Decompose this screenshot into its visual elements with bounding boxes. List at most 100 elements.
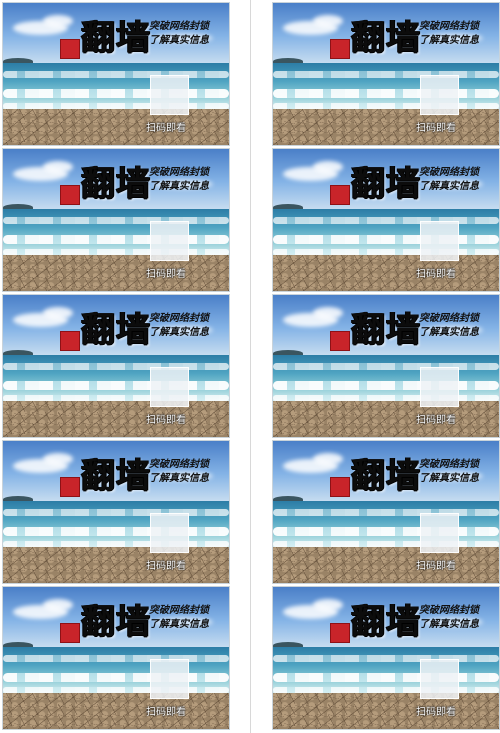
qr-code-placeholder[interactable]	[420, 659, 459, 699]
flyer-title: 翻墙	[351, 18, 421, 58]
scan-label: 扫码即看	[416, 415, 456, 426]
wave-foam	[3, 217, 229, 224]
scan-label: 扫码即看	[416, 561, 456, 572]
flyer-card: 翻墙 突破网络封锁 了解真实信息 扫码即看	[2, 294, 230, 438]
cracked-earth	[273, 401, 499, 437]
flyer-card: 翻墙 突破网络封锁 了解真实信息 扫码即看	[2, 148, 230, 292]
tagline-line-1: 突破网络封锁	[419, 459, 479, 470]
tagline-line-2: 了解真实信息	[149, 619, 209, 630]
qr-code-placeholder[interactable]	[150, 75, 189, 115]
tagline-line-1: 突破网络封锁	[149, 21, 209, 32]
flyer-title: 翻墙	[351, 456, 421, 496]
cloud	[43, 453, 73, 465]
qr-code-placeholder[interactable]	[150, 367, 189, 407]
red-seal-stamp	[60, 39, 80, 59]
flyer-card: 翻墙 突破网络封锁 了解真实信息 扫码即看	[272, 586, 500, 730]
wave-foam	[3, 527, 229, 536]
flyer-sheet: 翻墙 突破网络封锁 了解真实信息 扫码即看 翻墙 突破网络封锁 了解真实信息 扫…	[0, 0, 500, 733]
flyer-card: 翻墙 突破网络封锁 了解真实信息 扫码即看	[272, 148, 500, 292]
cracked-earth	[273, 109, 499, 145]
tagline-line-1: 突破网络封锁	[419, 167, 479, 178]
flyer-title: 翻墙	[81, 602, 151, 642]
qr-code-placeholder[interactable]	[420, 221, 459, 261]
wave-foam	[273, 509, 499, 516]
flyer-column-right: 翻墙 突破网络封锁 了解真实信息 扫码即看 翻墙 突破网络封锁 了解真实信息 扫…	[272, 2, 500, 732]
red-seal-stamp	[330, 623, 350, 643]
flyer-card: 翻墙 突破网络封锁 了解真实信息 扫码即看	[272, 440, 500, 584]
wave-foam	[273, 235, 499, 244]
wave-foam	[3, 655, 229, 662]
cracked-earth	[3, 255, 229, 291]
flyer-title: 翻墙	[81, 164, 151, 204]
qr-code-placeholder[interactable]	[150, 221, 189, 261]
wave-foam	[3, 89, 229, 98]
tagline-line-2: 了解真实信息	[149, 181, 209, 192]
flyer-title: 翻墙	[81, 310, 151, 350]
scan-label: 扫码即看	[146, 269, 186, 280]
cloud	[313, 161, 343, 173]
qr-code-placeholder[interactable]	[150, 513, 189, 553]
scan-label: 扫码即看	[416, 123, 456, 134]
tagline-line-2: 了解真实信息	[149, 327, 209, 338]
cloud	[313, 15, 343, 27]
red-seal-stamp	[330, 477, 350, 497]
wave-foam	[3, 509, 229, 516]
qr-code-placeholder[interactable]	[420, 513, 459, 553]
red-seal-stamp	[330, 39, 350, 59]
flyer-title: 翻墙	[81, 18, 151, 58]
wave-foam	[273, 655, 499, 662]
tagline-line-1: 突破网络封锁	[419, 21, 479, 32]
flyer-title: 翻墙	[351, 164, 421, 204]
wave-foam	[273, 217, 499, 224]
cloud	[43, 599, 73, 611]
flyer-title: 翻墙	[351, 602, 421, 642]
cloud	[43, 307, 73, 319]
column-divider	[250, 0, 251, 733]
flyer-card: 翻墙 突破网络封锁 了解真实信息 扫码即看	[2, 586, 230, 730]
scan-label: 扫码即看	[146, 123, 186, 134]
qr-code-placeholder[interactable]	[150, 659, 189, 699]
flyer-card: 翻墙 突破网络封锁 了解真实信息 扫码即看	[2, 440, 230, 584]
wave-foam	[273, 89, 499, 98]
flyer-title: 翻墙	[351, 310, 421, 350]
flyer-title: 翻墙	[81, 456, 151, 496]
tagline-line-2: 了解真实信息	[419, 473, 479, 484]
tagline-line-1: 突破网络封锁	[419, 605, 479, 616]
qr-code-placeholder[interactable]	[420, 367, 459, 407]
cracked-earth	[3, 109, 229, 145]
wave-foam	[3, 235, 229, 244]
scan-label: 扫码即看	[416, 269, 456, 280]
wave-foam	[3, 71, 229, 78]
wave-foam	[3, 673, 229, 682]
flyer-card: 翻墙 突破网络封锁 了解真实信息 扫码即看	[272, 2, 500, 146]
scan-label: 扫码即看	[146, 707, 186, 718]
red-seal-stamp	[60, 477, 80, 497]
red-seal-stamp	[60, 623, 80, 643]
flyer-card: 翻墙 突破网络封锁 了解真实信息 扫码即看	[272, 294, 500, 438]
wave-foam	[3, 381, 229, 390]
cracked-earth	[3, 547, 229, 583]
tagline-line-2: 了解真实信息	[149, 35, 209, 46]
cloud	[313, 599, 343, 611]
tagline-line-1: 突破网络封锁	[149, 459, 209, 470]
red-seal-stamp	[60, 331, 80, 351]
red-seal-stamp	[330, 185, 350, 205]
cracked-earth	[273, 693, 499, 729]
cloud	[43, 161, 73, 173]
scan-label: 扫码即看	[146, 415, 186, 426]
wave-foam	[273, 363, 499, 370]
cracked-earth	[3, 401, 229, 437]
cracked-earth	[3, 693, 229, 729]
scan-label: 扫码即看	[416, 707, 456, 718]
wave-foam	[273, 527, 499, 536]
red-seal-stamp	[60, 185, 80, 205]
flyer-card: 翻墙 突破网络封锁 了解真实信息 扫码即看	[2, 2, 230, 146]
wave-foam	[3, 363, 229, 370]
scan-label: 扫码即看	[146, 561, 186, 572]
qr-code-placeholder[interactable]	[420, 75, 459, 115]
cloud	[43, 15, 73, 27]
wave-foam	[273, 381, 499, 390]
tagline-line-2: 了解真实信息	[419, 327, 479, 338]
cloud	[313, 453, 343, 465]
tagline-line-1: 突破网络封锁	[149, 313, 209, 324]
